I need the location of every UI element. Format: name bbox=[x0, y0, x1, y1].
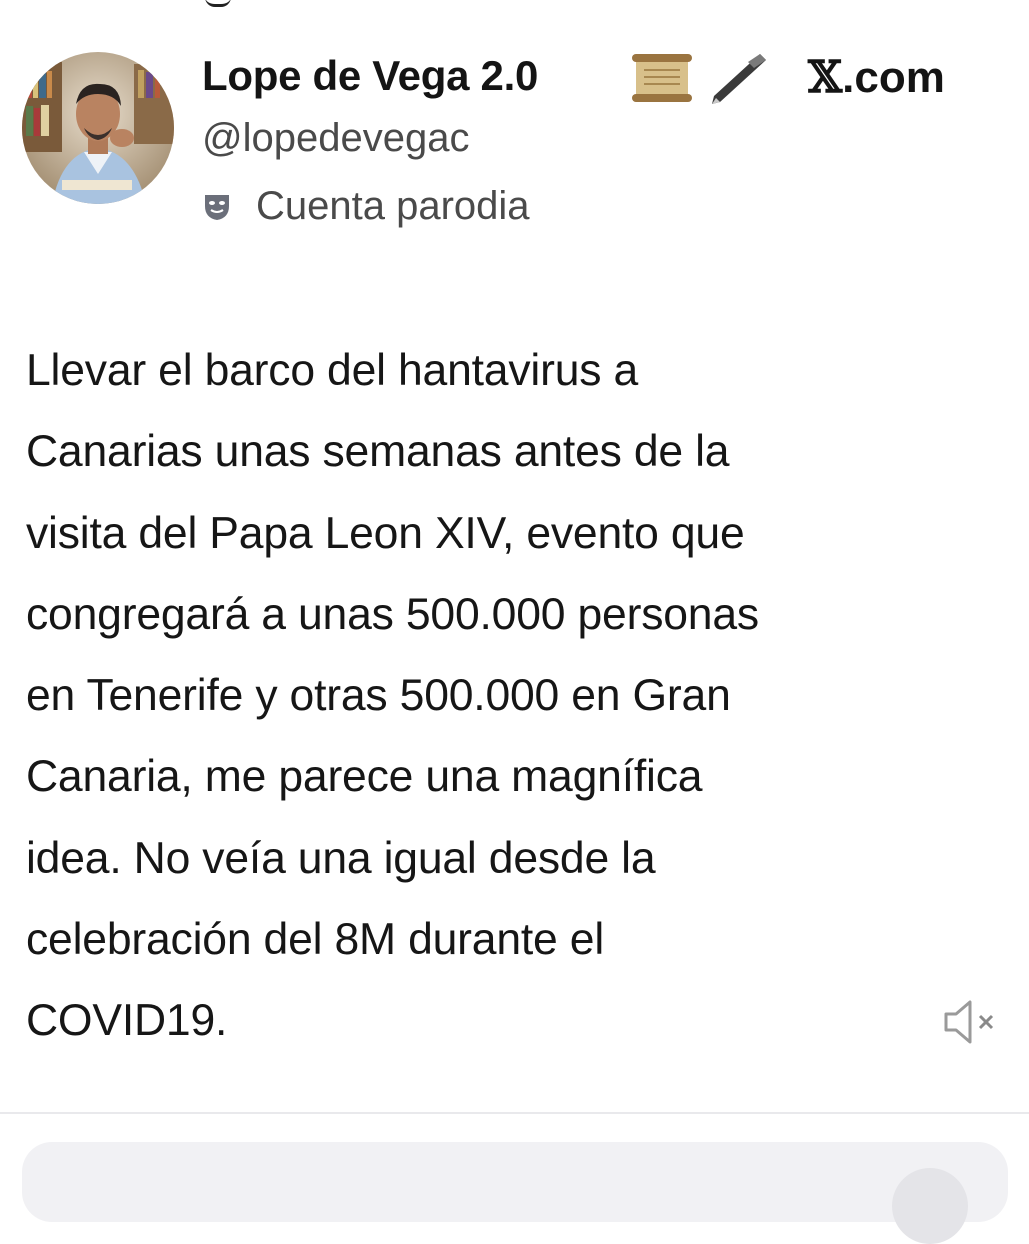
parody-account-label: Cuenta parodia bbox=[256, 184, 530, 228]
post-text-line: en Tenerife y otras 500.000 en Gran bbox=[26, 671, 731, 721]
post-text: Llevar el barco del hantavirus a Canaria… bbox=[26, 330, 996, 1062]
user-handle[interactable]: @lopedevegac bbox=[202, 116, 469, 161]
avatar[interactable] bbox=[22, 52, 174, 204]
cropped-header bbox=[0, 0, 1029, 8]
post-text-line: Canaria, me parece una magnífica bbox=[26, 752, 703, 802]
cropped-text-fragment bbox=[205, 0, 231, 7]
reply-composer[interactable] bbox=[22, 1142, 1008, 1222]
post-text-line: celebración del 8M durante el bbox=[26, 915, 605, 965]
mute-button[interactable] bbox=[940, 996, 998, 1048]
speaker-muted-icon bbox=[944, 1000, 994, 1044]
source-domain: .com bbox=[842, 53, 945, 102]
post-text-line: Canarias unas semanas antes de la bbox=[26, 427, 730, 477]
divider bbox=[0, 1112, 1029, 1114]
post-text-line: Llevar el barco del hantavirus a bbox=[26, 346, 639, 395]
post-text-line: COVID19. bbox=[26, 996, 228, 1046]
scroll-icon bbox=[632, 54, 692, 102]
quill-pen-icon bbox=[712, 54, 766, 104]
x-logo-icon: 𝕏 bbox=[808, 52, 843, 103]
display-name-emoji bbox=[632, 50, 772, 106]
post-text-line: congregará a unas 500.000 personas bbox=[26, 589, 759, 639]
display-name[interactable]: Lope de Vega 2.0 bbox=[202, 52, 538, 100]
post-text-line: visita del Papa Leon XIV, evento que bbox=[26, 508, 745, 558]
reply-avatar[interactable] bbox=[892, 1168, 968, 1244]
theater-masks-icon bbox=[205, 195, 229, 220]
post-text-line: idea. No veía una igual desde la bbox=[26, 833, 656, 883]
source-badge: 𝕏.com bbox=[808, 52, 945, 103]
